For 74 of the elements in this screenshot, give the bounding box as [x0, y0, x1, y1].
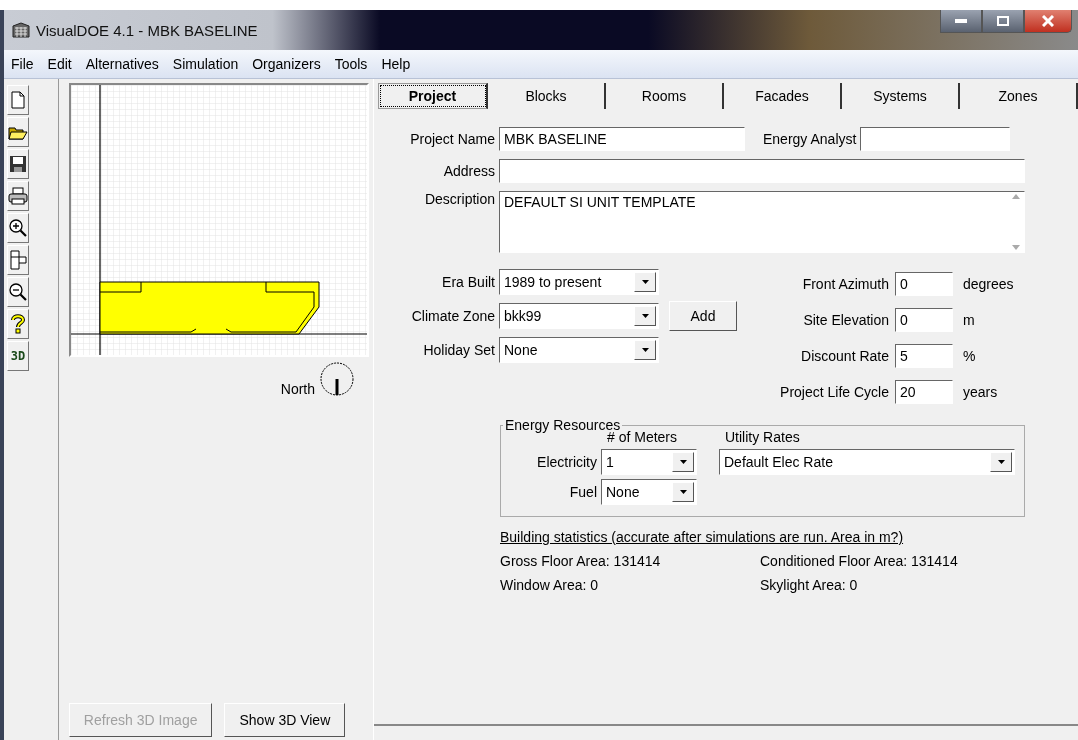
- menu-item[interactable]: Tools: [327, 56, 375, 72]
- dropdown[interactable]: bkk99: [499, 303, 659, 329]
- menu-item[interactable]: Simulation: [165, 56, 246, 72]
- maximize-button[interactable]: [982, 10, 1024, 33]
- blocks-icon: [9, 250, 27, 270]
- close-icon: [1042, 15, 1054, 27]
- statistic-text: Window Area: 0: [500, 577, 600, 593]
- unit-label: years: [963, 384, 998, 400]
- toolbar-button[interactable]: [7, 149, 29, 179]
- compass-icon: [319, 361, 355, 397]
- window-title: VisualDOE 4.1 - MBK BASELINE: [36, 21, 258, 39]
- field-label: Climate Zone: [410, 308, 495, 324]
- input-field[interactable]: 0: [895, 272, 953, 296]
- statistic-text: Gross Floor Area: 131414: [500, 553, 662, 569]
- zoom-out-icon: [8, 282, 28, 302]
- unit-label: m: [963, 312, 975, 328]
- input-field[interactable]: 20: [895, 380, 953, 404]
- field-label: Site Elevation: [802, 312, 889, 328]
- minimize-icon: [955, 19, 967, 23]
- scroll-up-icon: [1012, 194, 1020, 199]
- building-icon: [12, 22, 30, 38]
- text-area[interactable]: DEFAULT SI UNIT TEMPLATE: [499, 191, 1025, 253]
- view-button[interactable]: Show 3D View: [224, 703, 346, 737]
- new-file-icon: [10, 91, 26, 109]
- statistic-text: Conditioned Floor Area: 131414: [760, 553, 959, 569]
- north-label: North: [280, 381, 315, 397]
- field-label: Era Built: [441, 274, 495, 290]
- field-label: Discount Rate: [800, 348, 889, 364]
- close-button[interactable]: [1024, 10, 1072, 33]
- field-label: Description: [423, 191, 495, 207]
- unit-label: %: [963, 348, 976, 364]
- section-heading: Building statistics (accurate after simulations are run. Area in m?): [500, 529, 905, 545]
- dropdown[interactable]: 1: [601, 449, 697, 475]
- dropdown[interactable]: 1989 to present: [499, 269, 659, 295]
- field-label: Energy Analyst: [763, 131, 857, 147]
- question-mark-icon: [11, 314, 25, 334]
- maximize-icon: [997, 16, 1009, 26]
- dropdown[interactable]: None: [499, 337, 659, 363]
- toolbar-button[interactable]: [7, 245, 29, 275]
- menu-item[interactable]: Help: [374, 56, 418, 72]
- add-button[interactable]: Add: [669, 301, 737, 331]
- zoom-in-icon: [8, 218, 28, 238]
- dropdown[interactable]: Default Elec Rate: [719, 449, 1015, 475]
- menu-item[interactable]: Alternatives: [78, 56, 166, 72]
- input-field[interactable]: MBK BASELINE: [499, 127, 745, 151]
- toolbar-button[interactable]: [7, 277, 29, 307]
- input-field[interactable]: [860, 127, 1011, 151]
- folder-icon: [8, 124, 28, 140]
- input-field[interactable]: 5: [895, 344, 953, 368]
- menu-item[interactable]: Organizers: [245, 56, 328, 72]
- input-field[interactable]: [499, 159, 1025, 183]
- field-label: Project Name: [409, 131, 495, 147]
- unit-label: degrees: [963, 276, 1014, 292]
- tab[interactable]: Project: [378, 83, 488, 109]
- field-label: Electricity: [536, 454, 597, 470]
- toolbar-button[interactable]: [7, 117, 29, 147]
- menu-item[interactable]: File: [4, 56, 41, 72]
- dropdown[interactable]: None: [601, 479, 697, 505]
- 3d-button[interactable]: 3D: [7, 341, 29, 371]
- input-field[interactable]: 0: [895, 308, 953, 332]
- toolbar-button[interactable]: [7, 213, 29, 243]
- minimize-button[interactable]: [940, 10, 982, 33]
- scroll-down-icon: [1012, 245, 1020, 250]
- field-label: Address: [442, 163, 495, 179]
- field-label: Holiday Set: [422, 342, 495, 358]
- column-header: Utility Rates: [725, 429, 800, 445]
- field-label: Fuel: [568, 484, 597, 500]
- toolbar-button[interactable]: [7, 181, 29, 211]
- toolbar-button[interactable]: [7, 309, 29, 339]
- field-label: Front Azimuth: [801, 276, 889, 292]
- printer-icon: [8, 187, 28, 205]
- menu-item[interactable]: Edit: [40, 56, 79, 72]
- statistic-text: Skylight Area: 0: [760, 577, 859, 593]
- field-label: Project Life Cycle: [779, 384, 889, 400]
